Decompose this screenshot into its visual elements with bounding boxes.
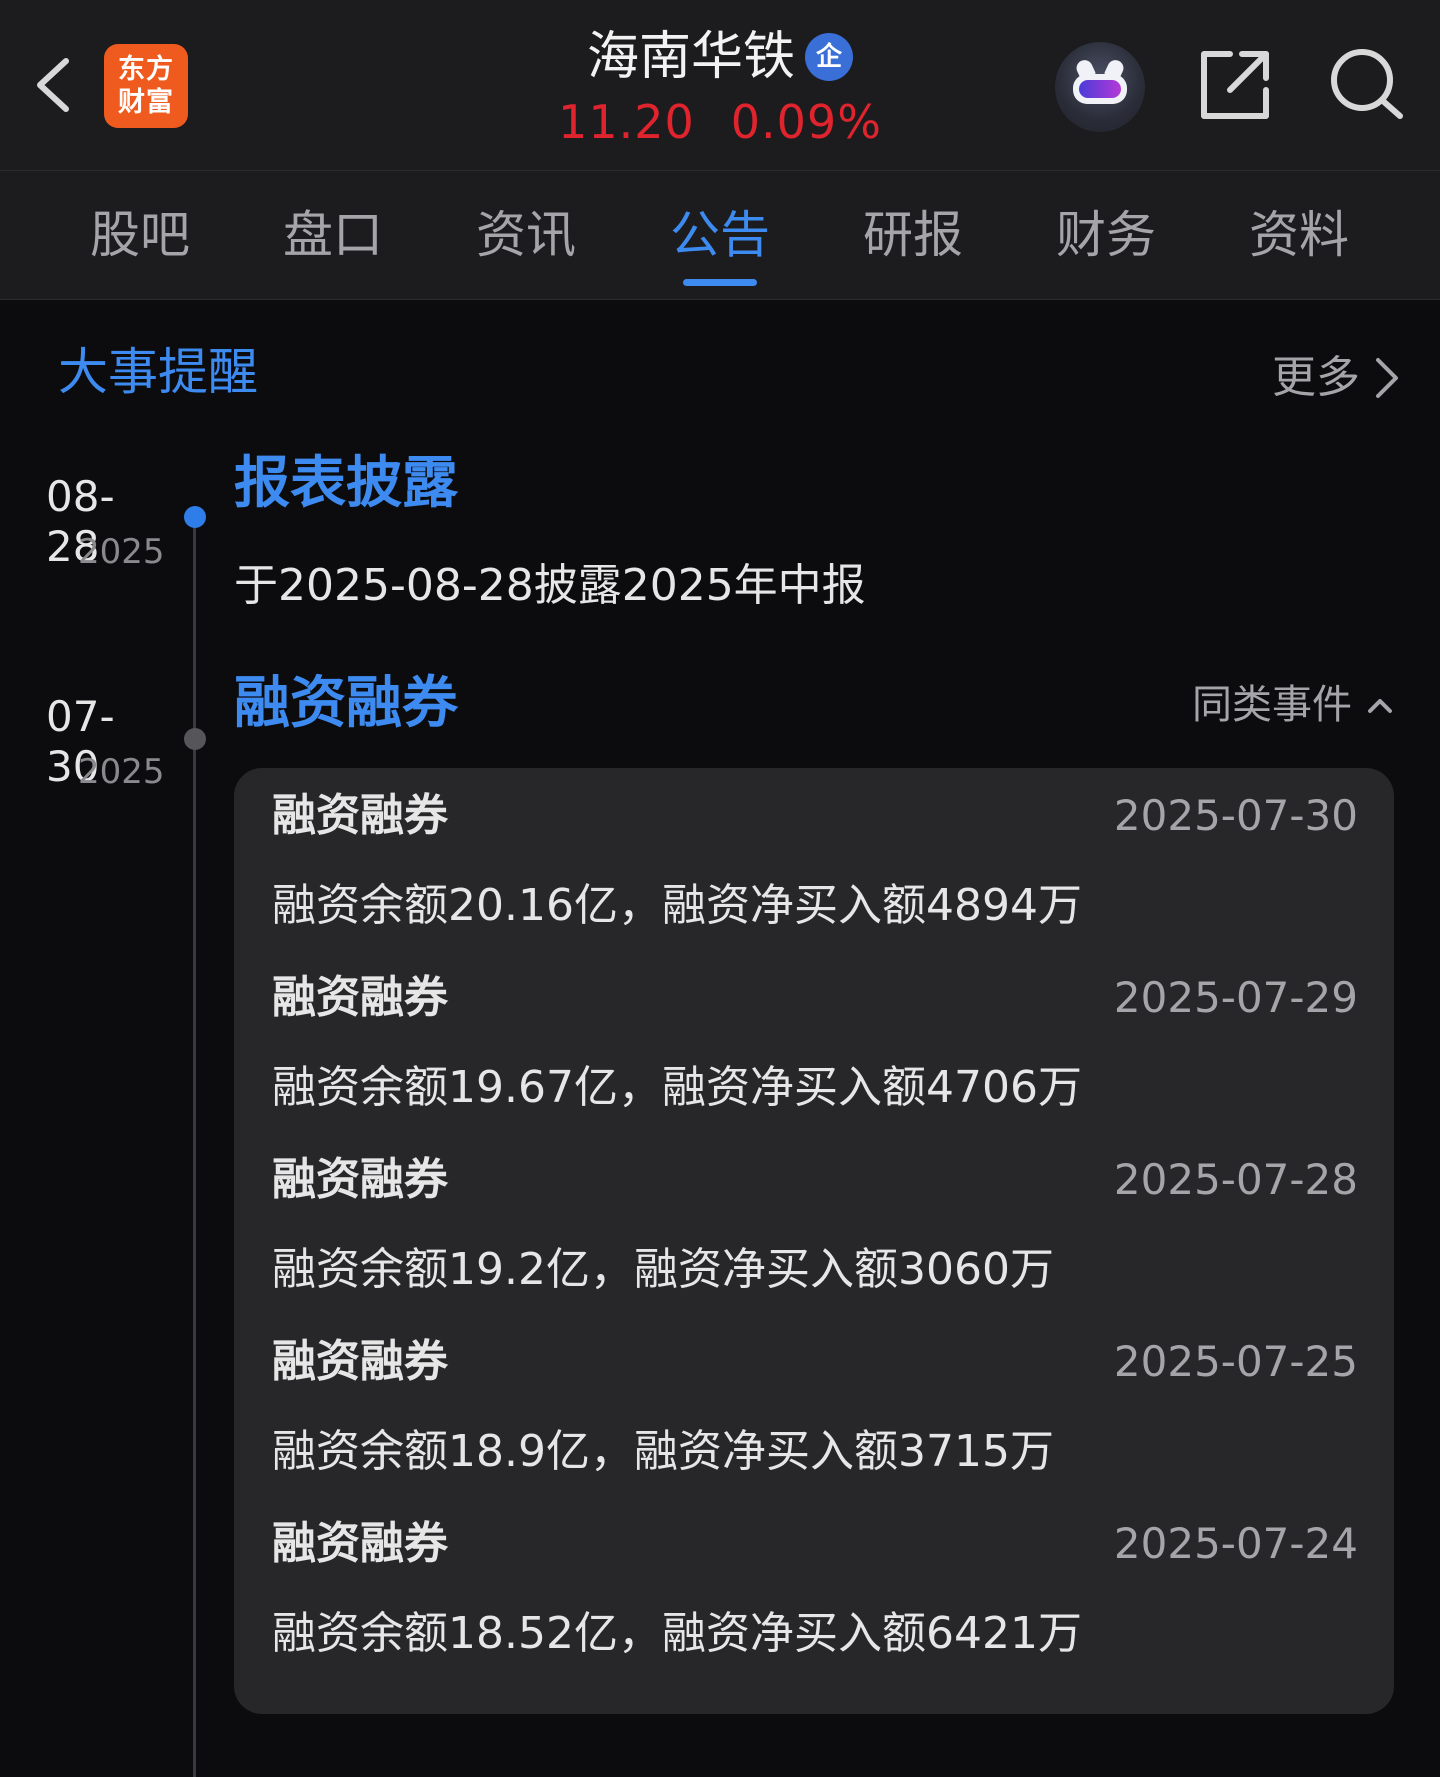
quote-row: 11.20 0.09% xyxy=(400,94,1040,150)
list-item[interactable]: 融资融券 2025-07-24 融资余额18.52亿，融资净买入额6421万 xyxy=(272,1496,1358,1678)
event-year: 2025 xyxy=(78,752,165,792)
event-year: 2025 xyxy=(78,532,165,572)
app-logo[interactable]: 东方 财富 xyxy=(104,44,188,128)
share-button[interactable] xyxy=(1196,46,1274,124)
tab-guba[interactable]: 股吧 xyxy=(65,205,215,265)
tab-finance[interactable]: 财务 xyxy=(1031,205,1181,265)
stock-name: 海南华铁 xyxy=(586,27,795,87)
stock-price: 11.20 xyxy=(558,95,695,149)
item-date: 2025-07-29 xyxy=(1113,973,1358,1022)
logo-text-line2: 财富 xyxy=(118,87,174,118)
logo-text-line1: 东方 xyxy=(118,54,174,85)
timeline-dot xyxy=(184,728,206,750)
tab-pankou[interactable]: 盘口 xyxy=(258,205,408,265)
tab-research[interactable]: 研报 xyxy=(838,205,988,265)
item-title: 融资融券 xyxy=(272,1518,448,1569)
section-title: 大事提醒 xyxy=(58,343,258,401)
more-label: 更多 xyxy=(1272,352,1360,403)
search-button[interactable] xyxy=(1326,44,1406,124)
back-button[interactable] xyxy=(20,45,90,125)
search-icon xyxy=(1331,49,1403,119)
stock-name-row: 海南华铁 企 xyxy=(587,22,853,92)
tab-announcements[interactable]: 公告 xyxy=(645,205,795,265)
event-title-margin[interactable]: 融资融券 xyxy=(234,670,458,738)
item-description: 融资余额20.16亿，融资净买入额4894万 xyxy=(272,880,1082,931)
item-date: 2025-07-30 xyxy=(1113,791,1358,840)
item-title: 融资融券 xyxy=(272,790,448,841)
similar-events-label: 同类事件 xyxy=(1192,682,1352,728)
stock-title-block: 海南华铁 企 11.20 0.09% xyxy=(400,22,1040,162)
item-description: 融资余额18.9亿，融资净买入额3715万 xyxy=(272,1426,1054,1477)
item-description: 融资余额19.67亿，融资净买入额4706万 xyxy=(272,1062,1082,1113)
tab-profile[interactable]: 资料 xyxy=(1224,205,1374,265)
item-title: 融资融券 xyxy=(272,972,448,1023)
share-icon xyxy=(1201,51,1269,119)
chevron-up-icon xyxy=(1368,699,1392,713)
timeline-dot-active xyxy=(184,506,206,528)
chevron-right-icon xyxy=(1376,358,1398,398)
item-description: 融资余额18.52亿，融资净买入额6421万 xyxy=(272,1608,1082,1659)
item-description: 融资余额19.2亿，融资净买入额3060万 xyxy=(272,1244,1054,1295)
list-item[interactable]: 融资融券 2025-07-29 融资余额19.67亿，融资净买入额4706万 xyxy=(272,950,1358,1132)
item-title: 融资融券 xyxy=(272,1336,448,1387)
enterprise-badge: 企 xyxy=(805,33,853,81)
tab-bar: 股吧 盘口 资讯 公告 研报 财务 资料 xyxy=(0,171,1440,300)
robot-assistant-button[interactable] xyxy=(1055,42,1145,132)
stock-announcement-page: 东方 财富 海南华铁 企 11.20 0.09% 股吧 盘口 资讯 公告 研报 … xyxy=(0,0,1440,1777)
top-bar: 东方 财富 海南华铁 企 11.20 0.09% xyxy=(0,0,1440,170)
list-item[interactable]: 融资融券 2025-07-28 融资余额19.2亿，融资净买入额3060万 xyxy=(272,1132,1358,1314)
back-arrow-icon xyxy=(37,58,69,112)
similar-events-toggle[interactable]: 同类事件 xyxy=(1192,678,1394,732)
item-date: 2025-07-28 xyxy=(1113,1155,1358,1204)
item-date: 2025-07-24 xyxy=(1113,1519,1358,1568)
item-title: 融资融券 xyxy=(272,1154,448,1205)
event-description: 于2025-08-28披露2025年中报 xyxy=(234,560,866,611)
list-item[interactable]: 融资融券 2025-07-30 融资余额20.16亿，融资净买入额4894万 xyxy=(272,768,1358,950)
list-item[interactable]: 融资融券 2025-07-25 融资余额18.9亿，融资净买入额3715万 xyxy=(272,1314,1358,1496)
event-title-report[interactable]: 报表披露 xyxy=(234,450,458,518)
tab-news[interactable]: 资讯 xyxy=(451,205,601,265)
more-link[interactable]: 更多 xyxy=(1272,350,1400,406)
item-date: 2025-07-25 xyxy=(1113,1337,1358,1386)
margin-trading-card: 融资融券 2025-07-30 融资余额20.16亿，融资净买入额4894万 融… xyxy=(234,768,1394,1714)
timeline-line xyxy=(193,518,196,1777)
active-tab-indicator xyxy=(683,279,757,286)
stock-change-pct: 0.09% xyxy=(730,95,882,149)
